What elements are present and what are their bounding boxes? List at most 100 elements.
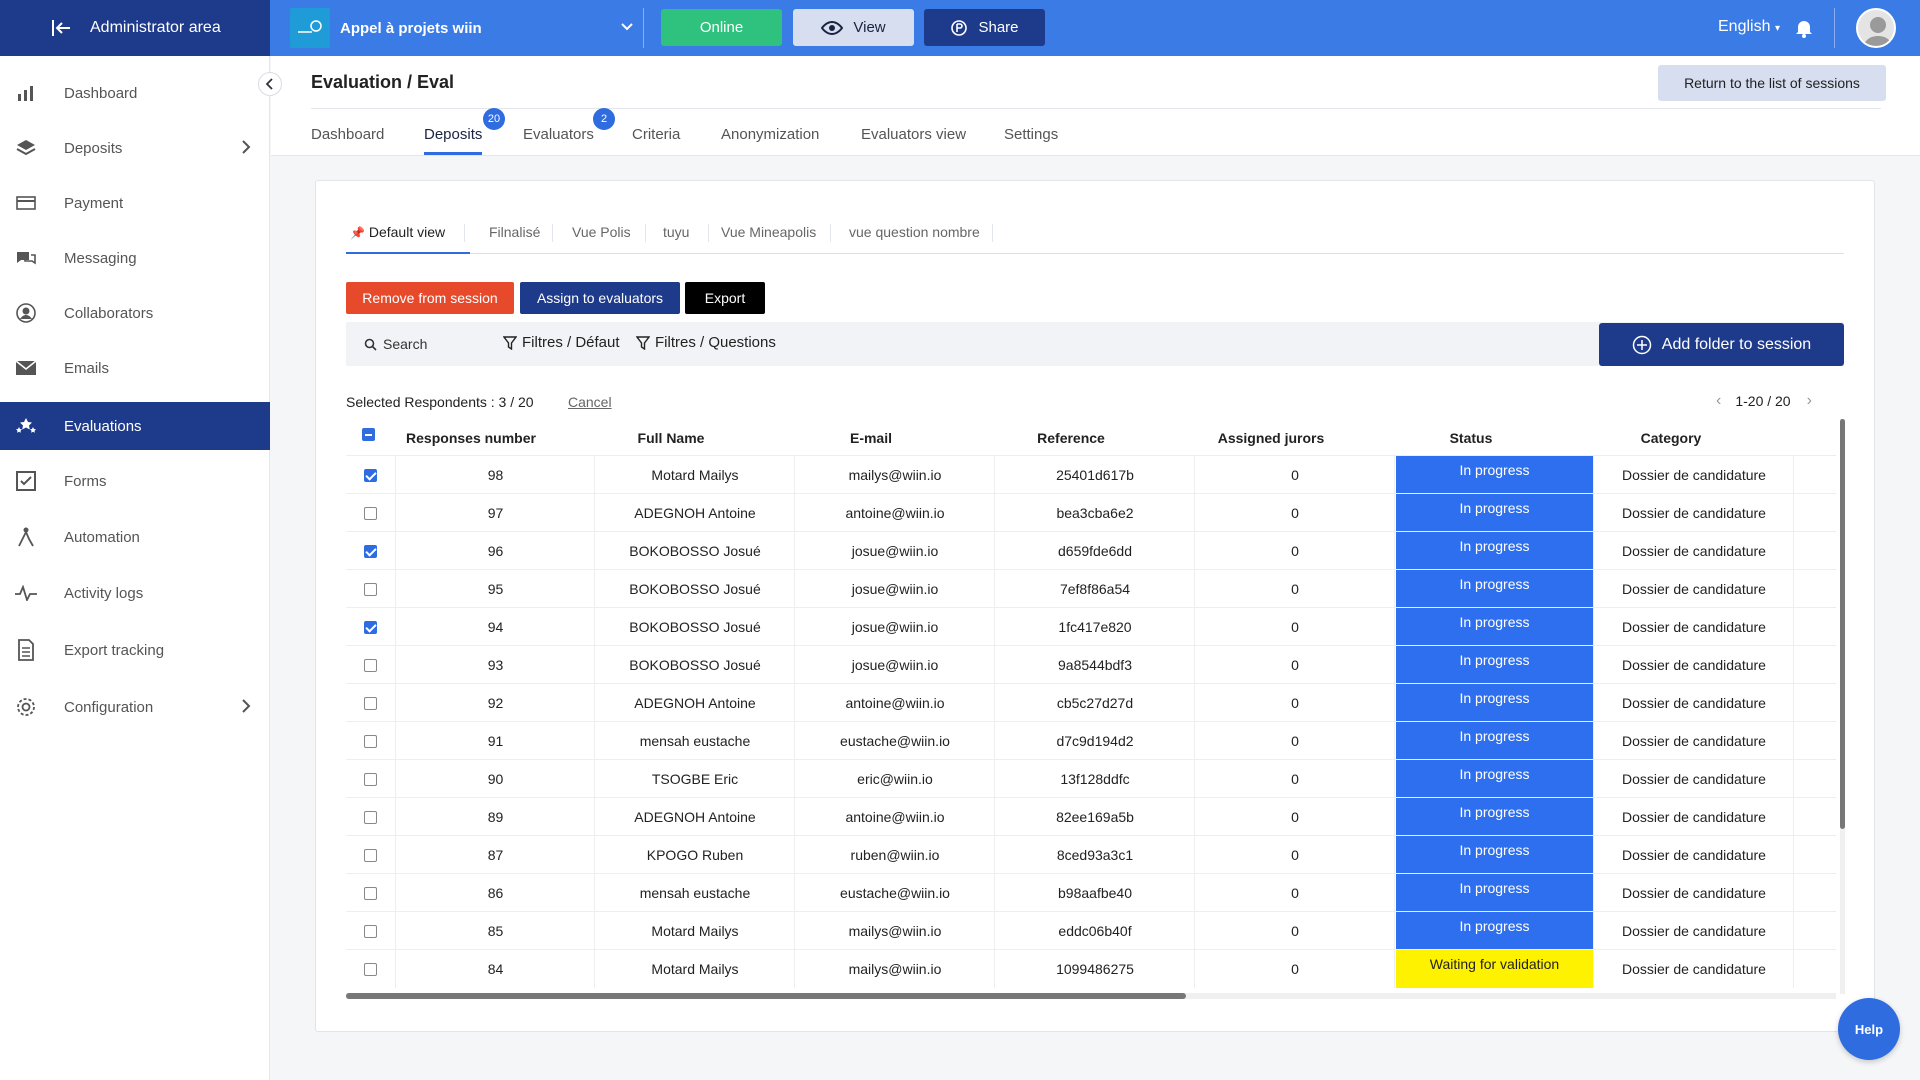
- search-input[interactable]: Search: [364, 336, 427, 352]
- cell-num: 93: [397, 646, 595, 684]
- row-checkbox[interactable]: [364, 924, 377, 938]
- cell-name: Motard Mailys: [596, 950, 795, 988]
- layers-icon: [14, 136, 38, 160]
- sidebar-item-export-tracking[interactable]: Export tracking: [0, 626, 270, 674]
- row-checkbox[interactable]: [364, 772, 377, 786]
- sidebar-item-collaborators[interactable]: Collaborators: [0, 289, 270, 337]
- view-button[interactable]: View: [793, 9, 914, 46]
- chevron-right-icon[interactable]: ›: [1807, 392, 1812, 410]
- chevron-right-icon: [240, 698, 252, 718]
- sidebar-item-automation[interactable]: Automation: [0, 513, 270, 561]
- collapse-sidebar-button[interactable]: [258, 72, 282, 96]
- table-row[interactable]: 90 TSOGBE Eric eric@wiin.io 13f128ddfc 0 In p…: [346, 759, 1836, 798]
- project-select[interactable]: Appel à projets wiin: [290, 8, 635, 48]
- table-row[interactable]: 89 ADEGNOH Antoine antoine@wiin.io 82ee169a…: [346, 797, 1836, 836]
- remove-from-session-button[interactable]: Remove from session: [346, 282, 514, 314]
- cancel-selection-link[interactable]: Cancel: [568, 394, 612, 410]
- table-row[interactable]: 85 Motard Mailys mailys@wiin.io eddc06b40f 0…: [346, 911, 1836, 950]
- sidebar-item-messaging[interactable]: Messaging: [0, 234, 270, 282]
- column-header[interactable]: E-mail: [791, 430, 951, 446]
- row-checkbox-cell: [346, 646, 396, 684]
- row-checkbox[interactable]: [364, 468, 377, 482]
- table-row[interactable]: 87 KPOGO Ruben ruben@wiin.io 8ced93a3c1 0 In …: [346, 835, 1836, 874]
- sidebar-item-payment[interactable]: Payment: [0, 179, 270, 227]
- tab-dashboard[interactable]: Dashboard: [311, 126, 384, 143]
- column-header[interactable]: Status: [1391, 430, 1551, 446]
- table-row[interactable]: 96 BOKOBOSSO Josué josue@wiin.io d659fde6dd…: [346, 531, 1836, 570]
- row-checkbox[interactable]: [364, 810, 377, 824]
- row-checkbox[interactable]: [364, 582, 377, 596]
- table-row[interactable]: 93 BOKOBOSSO Josué josue@wiin.io 9a8544bdf3…: [346, 645, 1836, 684]
- status-badge: In progress: [1396, 722, 1594, 760]
- sidebar-item-evaluations[interactable]: Evaluations: [0, 402, 270, 450]
- cell-jurors: 0: [1196, 798, 1395, 836]
- table-row[interactable]: 86 mensah eustache eustache@wiin.io b98aafb…: [346, 873, 1836, 912]
- row-checkbox[interactable]: [364, 506, 377, 520]
- row-checkbox[interactable]: [364, 734, 377, 748]
- table-row[interactable]: 91 mensah eustache eustache@wiin.io d7c9d19…: [346, 721, 1836, 760]
- view-tab-default[interactable]: 📌 Default view: [350, 224, 445, 240]
- status-badge: In progress: [1396, 646, 1594, 684]
- vertical-scrollbar[interactable]: [1840, 419, 1845, 994]
- row-checkbox[interactable]: [364, 848, 377, 862]
- help-button[interactable]: Help: [1838, 998, 1900, 1060]
- row-checkbox[interactable]: [364, 544, 377, 558]
- row-checkbox[interactable]: [364, 696, 377, 710]
- tab-settings[interactable]: Settings: [1004, 126, 1058, 143]
- table-row[interactable]: 97 ADEGNOH Antoine antoine@wiin.io bea3cba6…: [346, 493, 1836, 532]
- filter-default-button[interactable]: Filtres / Défaut: [503, 334, 620, 351]
- cell-jurors: 0: [1196, 684, 1395, 722]
- cell-email: mailys@wiin.io: [796, 950, 995, 988]
- column-header[interactable]: Category: [1591, 430, 1751, 446]
- cell-jurors: 0: [1196, 874, 1395, 912]
- view-tab-tuyu[interactable]: tuyu: [663, 224, 689, 240]
- administrator-area-link[interactable]: Administrator area: [0, 0, 270, 56]
- select-all-checkbox[interactable]: [362, 428, 375, 441]
- sidebar-item-label: Deposits: [64, 139, 123, 157]
- tab-anonymization[interactable]: Anonymization: [721, 126, 819, 143]
- table-row[interactable]: 95 BOKOBOSSO Josué josue@wiin.io 7ef8f86a54…: [346, 569, 1836, 608]
- avatar[interactable]: [1856, 8, 1896, 48]
- row-checkbox[interactable]: [364, 886, 377, 900]
- column-header[interactable]: Full Name: [591, 430, 751, 446]
- column-header[interactable]: Reference: [991, 430, 1151, 446]
- user-circle-icon: [14, 301, 38, 325]
- sidebar-item-emails[interactable]: Emails: [0, 344, 270, 392]
- assign-to-evaluators-button[interactable]: Assign to evaluators: [520, 282, 680, 314]
- view-tab-question-nombre[interactable]: vue question nombre: [849, 224, 980, 240]
- tab-evaluators-view[interactable]: Evaluators view: [861, 126, 966, 143]
- table-row[interactable]: 94 BOKOBOSSO Josué josue@wiin.io 1fc417e820…: [346, 607, 1836, 646]
- cell-category: Dossier de candidature: [1595, 608, 1794, 646]
- column-header[interactable]: Responses number: [391, 430, 551, 446]
- sidebar-item-deposits[interactable]: Deposits: [0, 124, 270, 172]
- table-row[interactable]: 92 ADEGNOH Antoine antoine@wiin.io cb5c27d2…: [346, 683, 1836, 722]
- view-tab-polis[interactable]: Vue Polis: [572, 224, 631, 240]
- status-badge: In progress: [1396, 836, 1594, 874]
- sidebar-item-configuration[interactable]: Configuration: [0, 683, 270, 731]
- tab-evaluators[interactable]: Evaluators: [523, 126, 594, 143]
- chevron-left-icon[interactable]: ‹: [1716, 392, 1721, 410]
- share-button[interactable]: Share: [924, 9, 1045, 46]
- sidebar-item-forms[interactable]: Forms: [0, 457, 270, 505]
- row-checkbox[interactable]: [364, 658, 377, 672]
- filter-questions-button[interactable]: Filtres / Questions: [636, 334, 776, 351]
- sidebar-item-activity-logs[interactable]: Activity logs: [0, 569, 270, 617]
- row-checkbox[interactable]: [364, 962, 377, 976]
- add-folder-to-session-button[interactable]: Add folder to session: [1599, 323, 1844, 366]
- bell-icon[interactable]: [1795, 18, 1813, 43]
- sidebar-item-dashboard[interactable]: Dashboard: [0, 69, 270, 117]
- view-tab-mineapolis[interactable]: Vue Mineapolis: [721, 224, 816, 240]
- tab-deposits[interactable]: Deposits: [424, 126, 482, 143]
- row-checkbox[interactable]: [364, 620, 377, 634]
- table-row[interactable]: 84 Motard Mailys mailys@wiin.io 1099486275 0…: [346, 949, 1836, 988]
- status-badge: In progress: [1396, 532, 1594, 570]
- language-select[interactable]: English ▾: [1718, 18, 1780, 36]
- export-button[interactable]: Export: [685, 282, 765, 314]
- column-header[interactable]: Assigned jurors: [1191, 430, 1351, 446]
- view-tab-finalise[interactable]: Filnalisé: [489, 224, 540, 240]
- tab-criteria[interactable]: Criteria: [632, 126, 680, 143]
- online-button[interactable]: Online: [661, 9, 782, 46]
- table-row[interactable]: 98 Motard Mailys mailys@wiin.io 25401d617b 0…: [346, 455, 1836, 494]
- return-to-sessions-button[interactable]: Return to the list of sessions: [1658, 65, 1886, 101]
- horizontal-scrollbar[interactable]: [346, 993, 1836, 999]
